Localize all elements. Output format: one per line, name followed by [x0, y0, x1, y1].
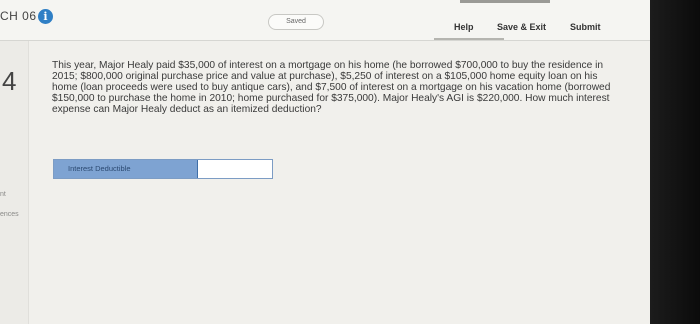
chapter-title: CH 06	[0, 9, 37, 23]
interest-deductible-label: Interest Deductible	[54, 160, 197, 178]
screen-bezel	[650, 0, 700, 324]
top-progress-strip	[460, 0, 550, 3]
help-underline	[434, 38, 504, 40]
answer-row: Interest Deductible	[53, 159, 273, 179]
info-icon[interactable]: i	[38, 9, 53, 24]
help-button[interactable]: Help	[454, 22, 474, 32]
rail-label-points[interactable]: nt	[0, 191, 6, 198]
question-number: 4	[2, 66, 17, 96]
submit-button[interactable]: Submit	[570, 22, 601, 32]
question-text: This year, Major Healy paid $35,000 of i…	[52, 60, 611, 115]
interest-deductible-input[interactable]	[197, 160, 272, 178]
save-exit-button[interactable]: Save & Exit	[497, 22, 546, 32]
saved-status: Saved	[268, 14, 324, 30]
rail-label-references[interactable]: ences	[0, 211, 19, 218]
top-bar: CH 06 i Saved Help Save & Exit Submit	[0, 0, 650, 41]
